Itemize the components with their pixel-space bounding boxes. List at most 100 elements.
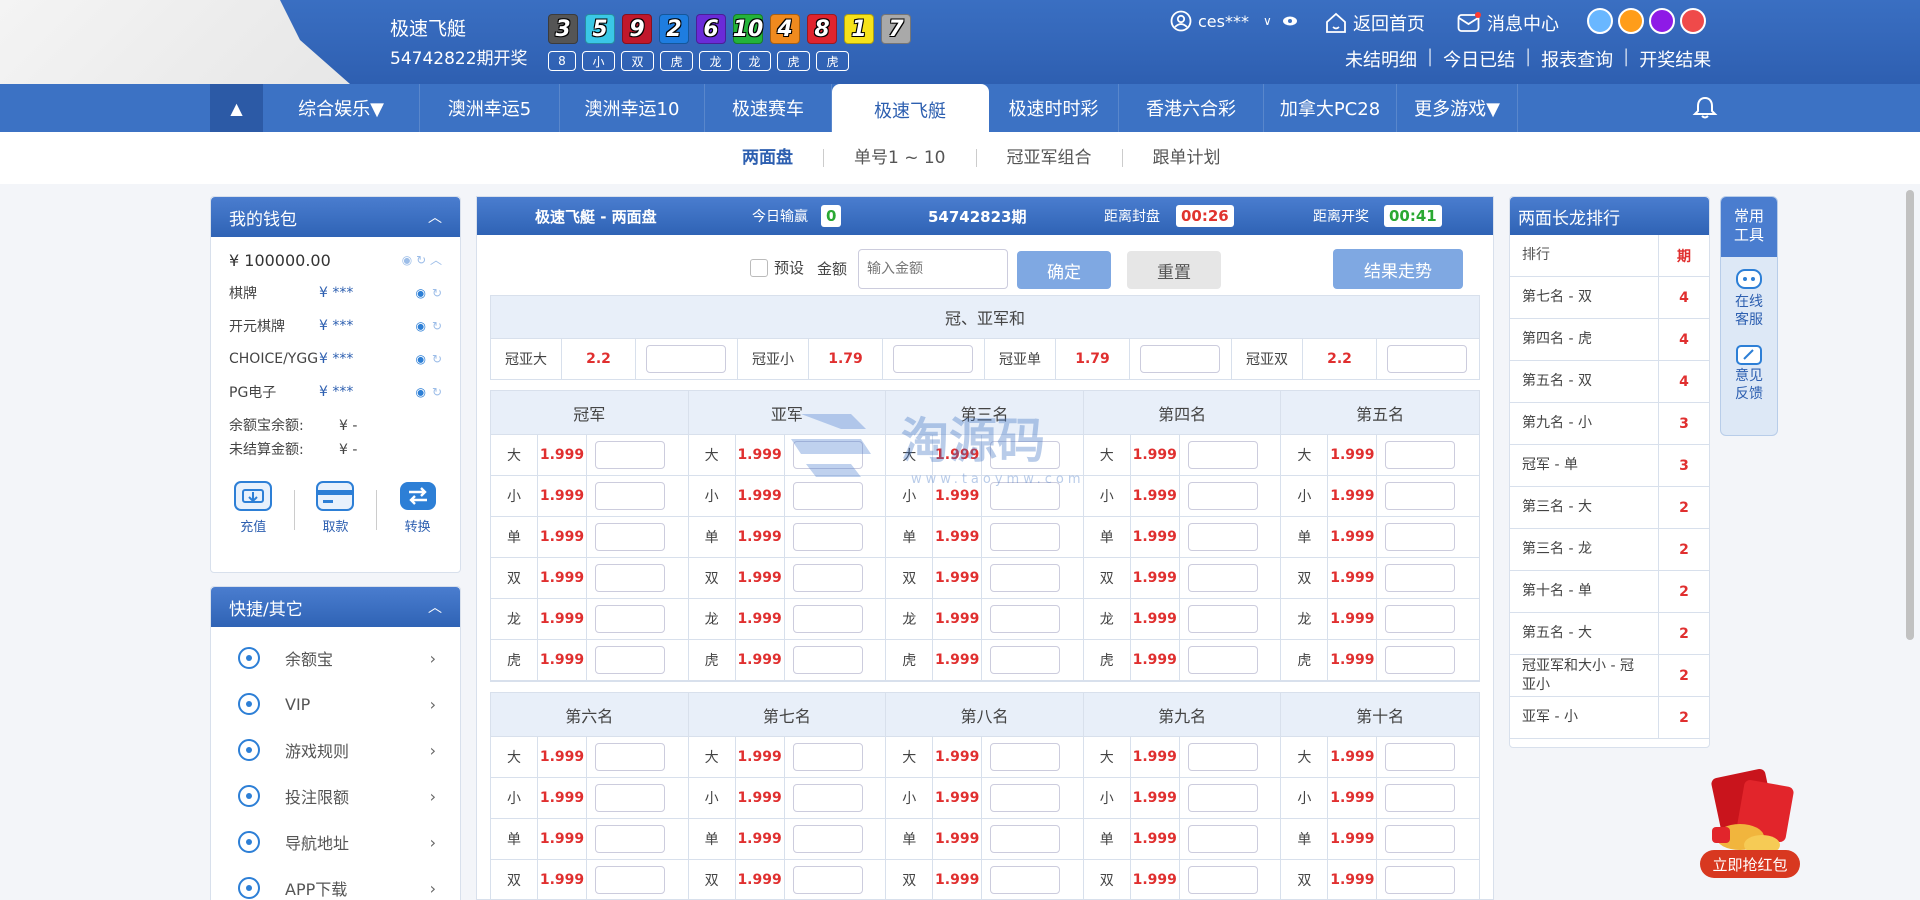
withdraw-button[interactable]: 取款 <box>315 480 355 535</box>
eye-icon[interactable]: ◉ <box>415 286 425 300</box>
bet-amount-input[interactable] <box>1385 743 1456 771</box>
quick-link-item[interactable]: 余额宝 › <box>211 635 460 681</box>
nav-tab[interactable]: 极速飞艇 <box>832 84 989 136</box>
bet-amount-input[interactable] <box>1187 441 1258 469</box>
preset-checkbox[interactable]: 预设 <box>750 257 804 278</box>
bet-row[interactable]: 小 1.999 <box>491 778 688 819</box>
bet-amount-input[interactable] <box>1385 564 1456 592</box>
bet-row[interactable]: 小 1.999 <box>688 476 886 517</box>
bet-row[interactable]: 大 1.999 <box>491 737 688 778</box>
bet-row[interactable]: 小 1.999 <box>1083 476 1281 517</box>
result-trend-button[interactable]: 结果走势 <box>1333 249 1463 289</box>
wallet-header[interactable]: 我的钱包 ︿ <box>211 197 460 237</box>
bet-row[interactable]: 龙 1.999 <box>688 599 886 640</box>
checkbox[interactable] <box>750 258 768 277</box>
bet-amount-input[interactable] <box>1385 784 1456 812</box>
confirm-button[interactable]: 确定 <box>1017 251 1111 289</box>
bet-row[interactable]: 虎 1.999 <box>688 640 886 681</box>
bet-amount-input[interactable] <box>1385 482 1456 510</box>
nav-tab[interactable]: 加拿大PC28 <box>1264 84 1397 132</box>
sum-bet-cell[interactable]: 冠亚小 1.79 <box>738 339 985 379</box>
bet-row[interactable]: 单 1.999 <box>1281 517 1479 558</box>
page-scrollbar[interactable] <box>1906 190 1914 640</box>
bet-amount-input[interactable] <box>595 646 665 674</box>
bet-row[interactable]: 单 1.999 <box>491 819 688 860</box>
bet-amount-input[interactable] <box>595 482 665 510</box>
bet-amount-input[interactable] <box>1187 564 1258 592</box>
bet-amount-input[interactable] <box>595 523 665 551</box>
refresh-icon[interactable]: ↻ <box>432 319 442 333</box>
bet-amount-input[interactable] <box>792 605 863 633</box>
bet-amount-input[interactable] <box>990 784 1061 812</box>
bet-row[interactable]: 小 1.999 <box>1281 778 1479 819</box>
theme-swatch[interactable] <box>1587 8 1613 34</box>
bet-amount-input[interactable] <box>792 825 863 853</box>
bet-amount-input[interactable] <box>792 784 863 812</box>
reset-button[interactable]: 重置 <box>1127 251 1221 289</box>
bet-row[interactable]: 龙 1.999 <box>886 599 1083 640</box>
refresh-icon[interactable]: ↻ <box>432 385 442 399</box>
message-center-button[interactable]: 消息中心 <box>1457 10 1559 36</box>
transfer-button[interactable]: 转换 <box>398 480 438 535</box>
theme-swatch[interactable] <box>1649 8 1675 34</box>
bet-row[interactable]: 双 1.999 <box>491 558 688 599</box>
bet-row[interactable]: 虎 1.999 <box>1083 640 1281 681</box>
nav-tab[interactable]: 极速时时彩 <box>989 84 1119 132</box>
theme-swatch[interactable] <box>1680 8 1706 34</box>
bet-amount-input[interactable] <box>792 523 863 551</box>
bet-amount-input[interactable] <box>792 564 863 592</box>
bet-amount-input[interactable] <box>595 564 665 592</box>
bet-row[interactable]: 虎 1.999 <box>1281 640 1479 681</box>
eye-icon[interactable] <box>1282 15 1298 27</box>
nav-tab[interactable]: 澳洲幸运5 <box>420 84 560 132</box>
bet-amount-input[interactable] <box>990 564 1061 592</box>
bet-amount-input[interactable] <box>990 523 1061 551</box>
bet-amount-input[interactable] <box>792 743 863 771</box>
bet-row[interactable]: 小 1.999 <box>491 476 688 517</box>
bet-amount-input[interactable] <box>595 605 665 633</box>
bet-amount-input[interactable] <box>990 866 1061 894</box>
bet-row[interactable]: 大 1.999 <box>491 435 688 476</box>
bet-row[interactable]: 双 1.999 <box>1084 860 1281 900</box>
bet-row[interactable]: 双 1.999 <box>688 558 886 599</box>
bet-amount-input[interactable] <box>1140 345 1220 373</box>
bet-amount-input[interactable] <box>1385 441 1456 469</box>
bet-amount-input[interactable] <box>1187 743 1258 771</box>
link-unsettled[interactable]: 未结明细 <box>1335 46 1427 72</box>
bet-row[interactable]: 小 1.999 <box>886 778 1083 819</box>
bet-row[interactable]: 双 1.999 <box>1281 860 1479 900</box>
bet-amount-input[interactable] <box>990 441 1061 469</box>
grab-red-packet-button[interactable]: 立即抢红包 <box>1700 850 1800 878</box>
bet-amount-input[interactable] <box>1187 866 1258 894</box>
bet-row[interactable]: 单 1.999 <box>1083 819 1281 860</box>
bet-row[interactable]: 大 1.999 <box>688 435 886 476</box>
bet-row[interactable]: 大 1.999 <box>1281 435 1479 476</box>
bet-row[interactable]: 单 1.999 <box>491 517 688 558</box>
link-today-settled[interactable]: 今日已结 <box>1433 46 1525 72</box>
bet-amount-input[interactable] <box>595 743 665 771</box>
eye-icon[interactable]: ◉ <box>402 253 412 267</box>
quick-header[interactable]: 快捷/其它 ︿ <box>211 587 460 627</box>
bet-amount-input[interactable] <box>990 605 1061 633</box>
refresh-icon[interactable]: ↻ <box>416 253 426 267</box>
nav-tab[interactable]: 极速赛车 <box>705 84 832 132</box>
bet-row[interactable]: 大 1.999 <box>886 435 1083 476</box>
bet-amount-input[interactable] <box>1387 345 1467 373</box>
bet-row[interactable]: 虎 1.999 <box>886 640 1083 681</box>
bet-row[interactable]: 龙 1.999 <box>1281 599 1479 640</box>
bet-row[interactable]: 单 1.999 <box>688 517 886 558</box>
bet-row[interactable]: 大 1.999 <box>886 737 1083 778</box>
bet-amount-input[interactable] <box>792 441 863 469</box>
bet-amount-input[interactable] <box>1385 866 1456 894</box>
subnav-tab[interactable]: 两面盘 <box>712 149 823 167</box>
bet-row[interactable]: 大 1.999 <box>1083 737 1281 778</box>
feedback-button[interactable]: 意见反馈 <box>1721 343 1777 403</box>
chevron-up-icon[interactable]: ︿ <box>430 253 442 267</box>
bet-amount-input[interactable] <box>1385 605 1456 633</box>
link-draw-results[interactable]: 开奖结果 <box>1629 46 1721 72</box>
bet-amount-input[interactable] <box>1187 646 1258 674</box>
eye-icon[interactable]: ◉ <box>415 352 425 366</box>
bet-amount-input[interactable] <box>1385 825 1456 853</box>
bell-icon[interactable] <box>1692 96 1718 120</box>
bet-row[interactable]: 单 1.999 <box>688 819 886 860</box>
